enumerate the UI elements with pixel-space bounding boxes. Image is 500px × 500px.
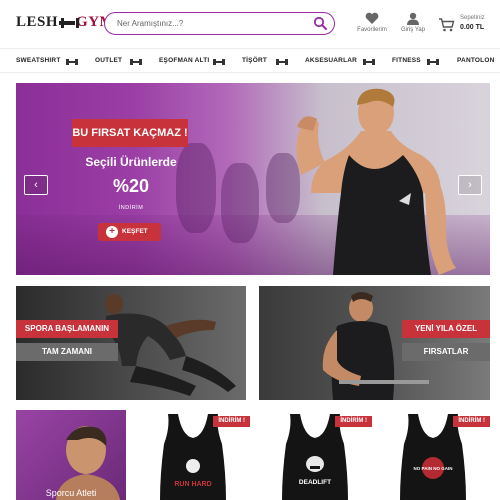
hero-badge: BU FIRSAT KAÇMAZ ! xyxy=(72,119,188,147)
cart-icon xyxy=(439,18,455,32)
chevron-right-icon: › xyxy=(468,179,472,191)
dumbbell-divider-icon xyxy=(66,59,78,65)
promo-banner-start[interactable]: SPORA BAŞLAMANIN TAM ZAMANI xyxy=(16,286,246,400)
nav-item-aksesuarlar[interactable]: AKSESUARLAR xyxy=(305,57,357,64)
nav-item-fitness[interactable]: FITNESS xyxy=(392,57,421,64)
slider-next-button[interactable]: › xyxy=(458,175,482,195)
cart-total: 0.00 TL xyxy=(460,24,485,31)
hero-slider[interactable]: BU FIRSAT KAÇMAZ ! Seçili Ürünlerde %20 … xyxy=(16,83,490,275)
category-card-athlete-tanks[interactable]: Sporcu Atleti xyxy=(16,410,126,500)
site-header: LESH GYM Favorilerim Giriş Yap S xyxy=(0,0,500,48)
promo-start-title: SPORA BAŞLAMANIN xyxy=(16,320,118,338)
discount-badge: İNDİRİM ! xyxy=(213,416,250,427)
promo-newyear-title: YENİ YILA ÖZEL xyxy=(402,320,490,338)
site-logo[interactable]: LESH GYM xyxy=(16,14,114,31)
tank-print-text: NO PAIN NO GAIN xyxy=(414,466,453,471)
dumbbell-divider-icon xyxy=(130,59,142,65)
heart-icon xyxy=(365,12,379,24)
cart-label: Sepetiniz xyxy=(460,15,485,21)
favorites-label: Favorilerim xyxy=(357,27,387,33)
hero-subtitle: Seçili Ürünlerde xyxy=(85,155,177,169)
product-card[interactable]: RUN HARD İNDİRİM ! xyxy=(136,410,250,500)
plus-icon: + xyxy=(106,226,118,238)
search-input[interactable] xyxy=(117,16,307,31)
slider-prev-button[interactable]: ‹ xyxy=(24,175,48,195)
tank-print-text: RUN HARD xyxy=(174,481,211,488)
product-card[interactable]: DEADLIFT İNDİRİM ! xyxy=(258,410,372,500)
category-card-title: Sporcu Atleti xyxy=(45,488,97,498)
main-nav: SWEATSHIRT OUTLET EŞOFMAN ALTI TİŞÖRT AK… xyxy=(0,48,500,73)
dumbbell-divider-icon xyxy=(276,59,288,65)
hero-discount-label: İNDİRİM xyxy=(118,205,144,211)
dumbbell-logo-icon xyxy=(59,17,80,28)
search-box xyxy=(104,12,335,35)
login-label: Giriş Yap xyxy=(400,27,426,33)
discover-button[interactable]: + KEŞFET xyxy=(98,223,161,241)
logo-text-left: LESH xyxy=(16,14,59,30)
promo-banner-newyear[interactable]: YENİ YILA ÖZEL FIRSATLAR xyxy=(259,286,490,400)
tank-print-text: DEADLIFT xyxy=(299,479,331,486)
user-icon xyxy=(407,12,419,25)
hero-athlete-image xyxy=(296,88,456,275)
dumbbell-divider-icon xyxy=(213,59,225,65)
promo-start-subtitle: TAM ZAMANI xyxy=(16,343,118,361)
discount-badge: İNDİRİM ! xyxy=(335,416,372,427)
promo-newyear-subtitle: FIRSATLAR xyxy=(402,343,490,361)
cart-link[interactable]: Sepetiniz 0.00 TL xyxy=(438,13,498,41)
chevron-left-icon: ‹ xyxy=(34,179,38,191)
nav-item-outlet[interactable]: OUTLET xyxy=(95,57,122,64)
hero-discount-percent: %20 xyxy=(112,176,150,196)
discount-badge: İNDİRİM ! xyxy=(453,416,490,427)
product-card[interactable]: NO PAIN NO GAIN İNDİRİM ! xyxy=(378,410,490,500)
nav-item-sweatshirt[interactable]: SWEATSHIRT xyxy=(16,57,61,64)
dumbbell-divider-icon xyxy=(427,59,439,65)
nav-item-tisort[interactable]: TİŞÖRT xyxy=(242,57,267,64)
nav-item-pantolon[interactable]: PANTOLON xyxy=(457,57,494,64)
dumbbell-divider-icon xyxy=(363,59,375,65)
login-link[interactable]: Giriş Yap xyxy=(388,12,438,33)
search-icon[interactable] xyxy=(313,16,328,31)
discover-button-label: KEŞFET xyxy=(122,228,148,235)
nav-item-esofman-alti[interactable]: EŞOFMAN ALTI xyxy=(159,57,209,64)
